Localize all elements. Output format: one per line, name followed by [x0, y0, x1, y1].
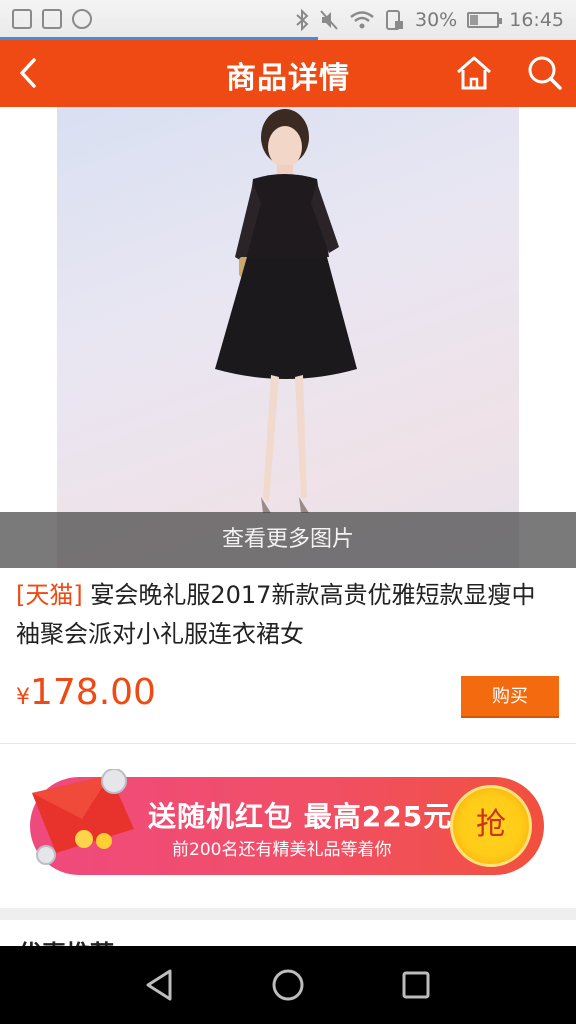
battery-icon — [467, 12, 503, 28]
app-bar: 商品详情 — [0, 40, 576, 107]
model-in-dress-illustration — [215, 109, 357, 513]
section-title: 优惠推荐 — [18, 934, 114, 946]
home-circle-icon[interactable] — [266, 963, 310, 1007]
search-icon[interactable] — [522, 50, 566, 96]
status-bar: 30% 16:45 — [0, 0, 576, 40]
home-icon[interactable] — [452, 50, 496, 96]
banner-subtext: 前200名还有精美礼品等着你 — [172, 840, 392, 860]
product-title-text: 宴会晚礼服2017新款高贵优雅短款显瘦中袖聚会派对小礼服连衣裙女 — [16, 581, 536, 648]
grab-button[interactable]: 抢 — [450, 785, 532, 867]
mute-icon — [320, 10, 338, 30]
block-icon — [72, 9, 92, 29]
currency-symbol: ¥ — [16, 685, 30, 710]
recommendation-section-header: 优惠推荐 — [0, 920, 576, 946]
product-image-gallery[interactable]: 查看更多图片 — [0, 107, 576, 568]
red-packet-banner[interactable]: 送随机红包 最高225元 前200名还有精美礼品等着你 抢 — [30, 769, 544, 875]
product-photo — [57, 107, 519, 568]
buy-button[interactable]: 购买 — [461, 676, 559, 718]
battery-percent: 30% — [415, 9, 458, 31]
price-value: 178.00 — [30, 672, 156, 713]
product-title: [天猫] 宴会晚礼服2017新款高贵优雅短款显瘦中袖聚会派对小礼服连衣裙女 — [16, 576, 556, 654]
product-info: [天猫] 宴会晚礼服2017新款高贵优雅短款显瘦中袖聚会派对小礼服连衣裙女 ¥1… — [0, 568, 576, 744]
section-divider — [0, 908, 576, 920]
price: ¥178.00 — [16, 672, 156, 713]
banner-headline: 送随机红包 最高225元 — [148, 800, 453, 833]
recents-square-icon[interactable] — [394, 963, 438, 1007]
red-envelope-icon — [32, 769, 134, 865]
image-icon — [12, 9, 32, 29]
store-tag: [天猫] — [16, 581, 83, 609]
view-more-photos-button[interactable]: 查看更多图片 — [0, 512, 576, 568]
clock: 16:45 — [509, 9, 564, 31]
system-nav-bar — [0, 946, 576, 1024]
promo-section: 送随机红包 最高225元 前200名还有精美礼品等着你 抢 — [0, 744, 576, 908]
sim-icon — [386, 10, 403, 30]
keyboard-icon — [42, 9, 62, 29]
bluetooth-icon — [296, 9, 309, 31]
wifi-icon — [350, 11, 374, 29]
back-triangle-icon[interactable] — [138, 963, 182, 1007]
